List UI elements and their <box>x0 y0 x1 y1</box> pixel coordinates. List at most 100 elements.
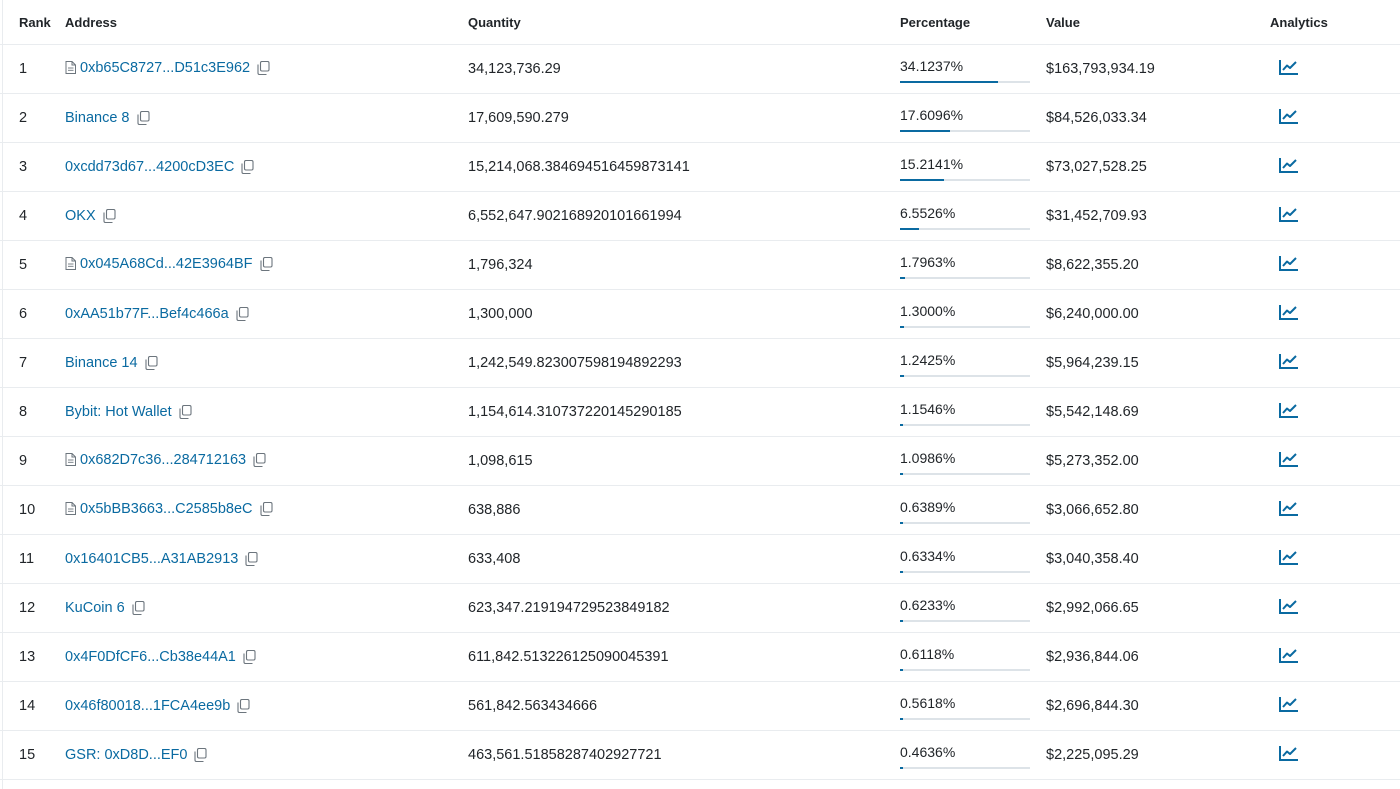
line-chart-icon[interactable] <box>1279 696 1299 712</box>
copy-icon[interactable] <box>132 601 145 615</box>
line-chart-icon[interactable] <box>1279 549 1299 565</box>
address-cell: Binance 8 <box>65 93 468 143</box>
percentage-cell: 34.1237% <box>900 44 1046 94</box>
quantity-cell: 1,242,549.823007598194892293 <box>468 338 900 388</box>
line-chart-icon[interactable] <box>1279 402 1299 418</box>
copy-icon[interactable] <box>257 60 270 75</box>
percentage-bar <box>900 228 1030 230</box>
percentage-bar <box>900 277 1030 279</box>
analytics-cell <box>1270 338 1400 388</box>
address-wrapper: 0xAA51b77F...Bef4c466a <box>65 306 249 322</box>
address-link[interactable]: Binance 8 <box>65 110 130 126</box>
rank-cell: 12 <box>0 583 65 633</box>
rank-cell: 3 <box>0 142 65 192</box>
address-cell: Bybit: Hot Wallet <box>65 387 468 437</box>
percentage-text: 1.1546% <box>900 401 956 417</box>
address-link[interactable]: 0x5bBB3663...C2585b8eC <box>80 501 253 517</box>
copy-icon[interactable] <box>245 552 258 566</box>
copy-icon[interactable] <box>241 160 254 174</box>
address-link[interactable]: 0xcdd73d67...4200cD3EC <box>65 159 234 175</box>
value-cell: $3,066,652.80 <box>1046 485 1270 535</box>
address-wrapper: GSR: 0xD8D...EF0 <box>65 747 208 763</box>
address-cell: Binance 14 <box>65 338 468 388</box>
rank-cell: 10 <box>0 485 65 535</box>
line-chart-icon[interactable] <box>1279 451 1299 467</box>
copy-icon[interactable] <box>103 209 116 223</box>
percentage-cell: 1.1546% <box>900 387 1046 437</box>
line-chart-icon[interactable] <box>1279 647 1299 663</box>
copy-icon[interactable] <box>259 501 273 516</box>
address-wrapper: 0x16401CB5...A31AB2913 <box>65 551 258 567</box>
line-chart-icon[interactable] <box>1279 206 1299 222</box>
address-link[interactable]: 0x46f80018...1FCA4ee9b <box>65 698 230 714</box>
percentage-text: 0.6389% <box>900 499 956 515</box>
line-chart-icon[interactable] <box>1279 500 1299 516</box>
line-chart-icon[interactable] <box>1279 59 1299 75</box>
percentage-text: 0.4636% <box>900 744 956 760</box>
copy-icon[interactable] <box>259 256 273 271</box>
address-link[interactable]: 0x045A68Cd...42E3964BF <box>80 256 253 272</box>
address-link[interactable]: 0x4F0DfCF6...Cb38e44A1 <box>65 649 236 665</box>
header-analytics: Analytics <box>1270 0 1400 45</box>
address-wrapper: OKX <box>65 208 116 224</box>
address-wrapper: Binance 8 <box>65 110 150 126</box>
percentage-bar-fill <box>900 473 904 475</box>
copy-icon[interactable] <box>194 748 208 762</box>
table-row: 6 0xAA51b77F...Bef4c466a 1,300,000 1.300… <box>0 289 1400 339</box>
copy-icon[interactable] <box>253 452 266 467</box>
address-link[interactable]: Binance 14 <box>65 355 138 371</box>
address-link[interactable]: 0x16401CB5...A31AB2913 <box>65 551 238 567</box>
address-link[interactable]: OKX <box>65 208 96 224</box>
percentage-bar-fill <box>900 620 903 622</box>
table-header-row: Rank Address Quantity Percentage Value A… <box>0 0 1400 45</box>
percentage-cell: 1.3000% <box>900 289 1046 339</box>
copy-icon[interactable] <box>136 111 150 125</box>
address-link[interactable]: GSR: 0xD8D...EF0 <box>65 747 187 763</box>
percentage-text: 0.6118% <box>900 646 955 662</box>
quantity-cell: 34,123,736.29 <box>468 44 900 94</box>
quantity-cell: 638,886 <box>468 485 900 535</box>
address-link[interactable]: KuCoin 6 <box>65 600 125 616</box>
analytics-cell <box>1270 93 1400 143</box>
header-rank: Rank <box>0 0 65 45</box>
copy-icon[interactable] <box>179 405 192 419</box>
percentage-cell: 1.0986% <box>900 436 1046 486</box>
address-link[interactable]: 0x682D7c36...284712163 <box>80 452 246 468</box>
percentage-bar <box>900 375 1030 377</box>
left-border <box>2 0 3 789</box>
address-cell: 0x46f80018...1FCA4ee9b <box>65 681 468 731</box>
quantity-cell: 1,098,615 <box>468 436 900 486</box>
line-chart-icon[interactable] <box>1279 157 1299 173</box>
rank-cell: 2 <box>0 93 65 143</box>
copy-icon[interactable] <box>237 699 250 713</box>
line-chart-icon[interactable] <box>1279 108 1299 124</box>
copy-icon[interactable] <box>236 307 249 321</box>
percentage-bar <box>900 424 1030 426</box>
line-chart-icon[interactable] <box>1279 598 1299 614</box>
rank-cell: 6 <box>0 289 65 339</box>
line-chart-icon[interactable] <box>1279 255 1299 271</box>
line-chart-icon[interactable] <box>1279 353 1299 369</box>
percentage-bar-fill <box>900 522 903 524</box>
percentage-cell: 0.6389% <box>900 485 1046 535</box>
analytics-cell <box>1270 387 1400 437</box>
line-chart-icon[interactable] <box>1279 304 1299 320</box>
file-document-icon <box>65 453 76 467</box>
address-link[interactable]: 0xAA51b77F...Bef4c466a <box>65 306 229 322</box>
file-document-icon <box>65 61 76 75</box>
value-cell: $2,696,844.30 <box>1046 681 1270 731</box>
rank-cell: 7 <box>0 338 65 388</box>
percentage-bar-fill <box>900 375 904 377</box>
quantity-cell: 463,561.51858287402927721 <box>468 730 900 780</box>
address-cell: OKX <box>65 191 468 241</box>
copy-icon[interactable] <box>145 356 158 370</box>
percentage-text: 1.2425% <box>900 352 956 368</box>
table-row: 13 0x4F0DfCF6...Cb38e44A1 611,842.513226… <box>0 632 1400 682</box>
line-chart-icon[interactable] <box>1279 745 1299 761</box>
header-quantity: Quantity <box>468 0 900 45</box>
address-link[interactable]: Bybit: Hot Wallet <box>65 404 172 420</box>
percentage-bar <box>900 767 1030 769</box>
address-link[interactable]: 0xb65C8727...D51c3E962 <box>80 60 250 76</box>
copy-icon[interactable] <box>243 650 256 664</box>
analytics-cell <box>1270 289 1400 339</box>
